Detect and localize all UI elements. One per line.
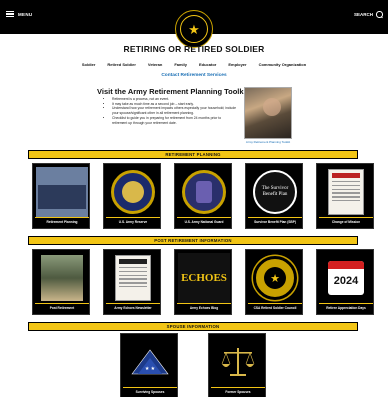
- audience-nav: Soldier Retired Soldier Veteran Family E…: [0, 62, 388, 67]
- card-label: Army Echoes Newsletter: [106, 303, 160, 312]
- card-change-of-mission[interactable]: Change of Mission: [316, 163, 374, 229]
- toolkit-caption-link[interactable]: Army Retirement Planning Toolkit: [240, 140, 296, 144]
- card-label: Army Echoes Blog: [177, 303, 231, 312]
- card-army-reserve[interactable]: U.S. Army Reserve: [103, 163, 161, 229]
- toolkit-list: Retirement is a process, not an event. I…: [108, 97, 236, 125]
- section-header-retirement-planning: RETIREMENT PLANNING: [28, 150, 358, 159]
- nav-item-veteran[interactable]: Veteran: [142, 62, 168, 67]
- scales-of-justice-icon: [212, 337, 264, 387]
- echoes-newsletter-cover: [107, 253, 159, 303]
- nav-item-family[interactable]: Family: [168, 62, 193, 67]
- card-label: U.S. Army National Guard: [177, 217, 231, 226]
- hamburger-icon: [6, 11, 14, 17]
- nav-item-educator[interactable]: Educator: [193, 62, 222, 67]
- card-label: Survivor Benefit Plan (SBP): [248, 217, 302, 226]
- echoes-blog-logo: ECHOES: [178, 253, 230, 303]
- menu-button[interactable]: MENU: [6, 11, 32, 17]
- card-former-spouses[interactable]: Former Spouses: [208, 333, 266, 397]
- nav-item-employer[interactable]: Employer: [222, 62, 252, 67]
- card-army-echoes-newsletter[interactable]: Army Echoes Newsletter: [103, 249, 161, 315]
- calendar-icon: 2024: [320, 253, 372, 303]
- card-label: Surviving Spouses: [123, 387, 177, 396]
- card-army-national-guard[interactable]: U.S. Army National Guard: [174, 163, 232, 229]
- search-label: SEARCH: [353, 12, 373, 17]
- card-label: Change of Mission: [319, 217, 373, 226]
- card-label: CSA Retired Soldier Council: [248, 303, 302, 312]
- svg-text:★ ★: ★ ★: [145, 366, 156, 372]
- toolkit-photo[interactable]: [244, 87, 292, 139]
- card-post-retirement[interactable]: Post Retirement: [32, 249, 90, 315]
- star-icon: ★: [188, 21, 200, 37]
- nav-item-soldier[interactable]: Soldier: [76, 62, 102, 67]
- card-survivor-benefit-plan[interactable]: The Survivor Benefit Plan Survivor Benef…: [245, 163, 303, 229]
- search-button[interactable]: SEARCH: [354, 11, 383, 18]
- contact-retirement-services-link[interactable]: Contact Retirement Services: [0, 73, 388, 78]
- change-of-mission-document: [320, 167, 372, 217]
- folded-flag-icon: ★ ★: [124, 337, 176, 387]
- card-label: Retiree Appreciation Days: [319, 303, 373, 312]
- section-header-post-retirement: POST RETIREMENT INFORMATION: [28, 236, 358, 245]
- army-star-emblem: ★: [180, 15, 208, 43]
- retired-soldier-council-seal: ★: [249, 253, 301, 303]
- post-retirement-image: [36, 253, 88, 303]
- toolkit-item: Checklist to guide you in preparing for …: [112, 116, 236, 125]
- card-label: U.S. Army Reserve: [106, 217, 160, 226]
- search-icon: [376, 11, 383, 18]
- nav-item-retired-soldier[interactable]: Retired Soldier: [101, 62, 141, 67]
- card-retiree-appreciation-days[interactable]: 2024 Retiree Appreciation Days: [316, 249, 374, 315]
- card-label: Post Retirement: [35, 303, 89, 312]
- survivor-benefit-plan-logo: The Survivor Benefit Plan: [249, 167, 301, 217]
- nav-item-community-organization[interactable]: Community Organization: [253, 62, 313, 67]
- national-guard-seal: [178, 167, 230, 217]
- card-surviving-spouses[interactable]: ★ ★ Surviving Spouses: [120, 333, 178, 397]
- menu-label: MENU: [18, 11, 33, 17]
- retirement-planning-image: [36, 167, 88, 217]
- card-label: Former Spouses: [211, 387, 265, 396]
- army-reserve-seal: [107, 167, 159, 217]
- card-label: Retirement Planning: [35, 217, 89, 226]
- toolkit-item: Understand how your retirement impacts o…: [112, 106, 236, 115]
- army-logo[interactable]: ★: [175, 10, 213, 48]
- card-retirement-planning[interactable]: Retirement Planning: [32, 163, 90, 229]
- toolkit-heading: Visit the Army Retirement Planning Toolk…: [97, 87, 251, 96]
- page-title: RETIRING OR RETIRED SOLDIER: [123, 44, 265, 54]
- section-header-spouse-information: SPOUSE INFORMATION: [28, 322, 358, 331]
- card-retired-soldier-council[interactable]: ★ CSA Retired Soldier Council: [245, 249, 303, 315]
- card-army-echoes-blog[interactable]: ECHOES Army Echoes Blog: [174, 249, 232, 315]
